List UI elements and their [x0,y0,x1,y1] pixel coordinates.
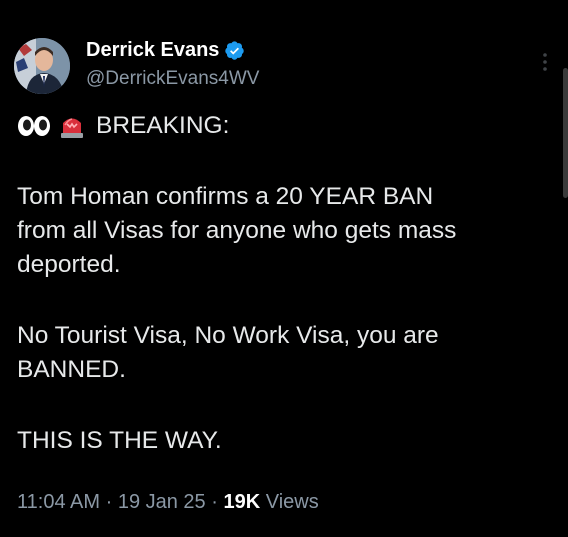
more-options-icon[interactable] [540,50,550,74]
paragraph-break [17,387,553,424]
headline-line: BREAKING: [17,109,553,143]
eyes-emoji-icon [17,114,51,138]
tweet-header: Derrick Evans @DerrickEvans4WV [14,38,554,94]
views-label: Views [265,491,319,513]
scrollbar[interactable] [563,68,568,198]
author-display-name[interactable]: Derrick Evans [86,38,219,62]
tweet: Derrick Evans @DerrickEvans4WV BREAKING:… [0,0,568,537]
meta-separator: · [105,491,113,513]
author-name-row: Derrick Evans [86,38,245,62]
post-date[interactable]: 19 Jan 25 [118,491,206,513]
paragraph-break [17,143,553,180]
profile-photo-icon [14,38,70,94]
paragraph-break [17,282,553,319]
post-time[interactable]: 11:04 AM [17,491,100,513]
tweet-text: BREAKING: Tom Homan confirms a 20 YEAR B… [17,109,553,458]
views-count: 19K [223,491,261,513]
paragraph-3-line-1: THIS IS THE WAY. [17,427,222,454]
avatar[interactable] [14,38,70,94]
paragraph-1-line-2: from all Visas for anyone who gets mass [17,217,457,244]
paragraph-1-line-1: Tom Homan confirms a 20 YEAR BAN [17,183,434,210]
paragraph-2-line-2: BANNED. [17,356,126,383]
paragraph-2-line-1: No Tourist Visa, No Work Visa, you are [17,322,439,349]
paragraph-1-line-3: deported. [17,251,121,278]
tweet-metadata: 11:04 AM · 19 Jan 25 · 19K Views [17,488,319,516]
verified-badge-icon [224,40,245,61]
police-light-emoji-icon [58,112,86,140]
author-handle[interactable]: @DerrickEvans4WV [86,67,259,91]
meta-separator: · [211,491,218,513]
headline-text: BREAKING: [96,112,230,139]
